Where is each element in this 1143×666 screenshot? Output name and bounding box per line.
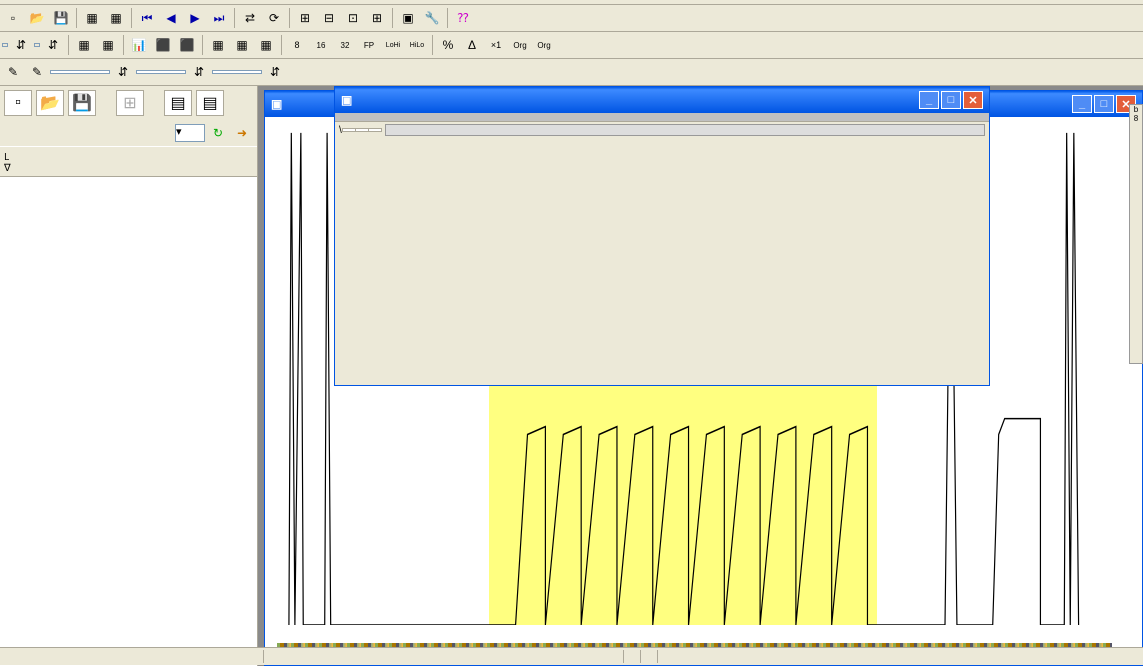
map2-icon[interactable]: ⬛ [176,34,198,56]
cols-spin-icon[interactable]: ⇵ [188,61,210,83]
map-icon[interactable]: ⬛ [152,34,174,56]
tree-column-header: Ⳑ ∇ [0,146,257,177]
chart-icon[interactable]: 📊 [128,34,150,56]
win3-icon[interactable]: ⊡ [342,7,364,29]
delta-icon[interactable]: Δ [461,34,483,56]
file-new-icon[interactable]: ▫ [4,90,32,116]
org2-icon[interactable]: Org [533,34,555,56]
minimize-icon[interactable]: _ [919,91,939,109]
minimize-icon[interactable]: _ [1072,95,1092,113]
data-scrollbar[interactable] [385,124,985,136]
file-misc3-icon[interactable]: ▤ [196,90,224,116]
file-misc2-icon[interactable]: ▤ [164,90,192,116]
maximize-icon[interactable]: □ [941,91,961,109]
data-tab-text[interactable] [342,128,356,132]
data-table-wrap [335,113,989,121]
table-header-label [337,115,987,119]
hilo-icon[interactable]: HiLo [406,34,428,56]
status-cursor [658,650,1139,663]
nav1-icon[interactable]: ✎ [2,61,24,83]
sidebar-file-icons: ▫ 📂 💾 ⊞ ▤ ▤ [0,86,257,120]
address-field[interactable] [50,70,110,74]
data-window-title[interactable]: ▣ _ □ ✕ [335,87,989,113]
open-icon[interactable]: 📂 [26,7,48,29]
spin2-icon[interactable]: ⇵ [42,34,64,56]
font-size-2[interactable] [34,43,40,47]
row-field[interactable] [212,70,262,74]
addr-spin-icon[interactable]: ⇵ [112,61,134,83]
save-icon[interactable]: 💾 [50,7,72,29]
mdi-area: ▣ _ □ ✕ \ ▣ _ □ ✕ [258,86,1143,666]
sidebar: ▫ 📂 💾 ⊞ ▤ ▤ ▾ ↻ ➜ Ⳑ ∇ [0,86,258,666]
chip-icon[interactable]: ▣ [397,7,419,29]
grid3-icon[interactable]: ▦ [73,34,95,56]
tool-icon[interactable]: 🔧 [421,7,443,29]
maximize-icon[interactable]: □ [1094,95,1114,113]
status-bar [0,647,1143,665]
font-size-1[interactable] [2,43,8,47]
file-open-icon[interactable]: 📂 [36,90,64,116]
data-tabs: \ [335,121,989,138]
toolbar-format: ⇵ ⇵ ▦ ▦ 📊 ⬛ ⬛ ▦ ▦ ▦ 8 16 32 FP LoHi HiLo… [0,32,1143,59]
b16-icon[interactable]: 16 [310,34,332,56]
next-icon[interactable]: ▶ [184,7,206,29]
win2-icon[interactable]: ⊟ [318,7,340,29]
window-icon: ▣ [341,93,352,107]
grid7-icon[interactable]: ▦ [255,34,277,56]
win1-icon[interactable]: ⊞ [294,7,316,29]
data-window[interactable]: ▣ _ □ ✕ \ [334,86,990,386]
help-icon[interactable]: ⁇ [452,7,474,29]
status-checksum [624,650,641,663]
cols-field[interactable] [136,70,186,74]
refresh-icon[interactable]: ⟳ [263,7,285,29]
x1-icon[interactable]: ×1 [485,34,507,56]
grid5-icon[interactable]: ▦ [207,34,229,56]
icon-col-hdr: Ⳑ ∇ [4,149,16,174]
right-ruler[interactable]: b8 [1129,104,1143,364]
col-name[interactable] [60,149,215,174]
col-address[interactable] [16,149,60,174]
main-area: ▫ 📂 💾 ⊞ ▤ ▤ ▾ ↻ ➜ Ⳑ ∇ ▣ _ □ ✕ [0,86,1143,666]
proj-goto-icon[interactable]: ➜ [231,122,253,144]
projects-header: ▾ ↻ ➜ [0,120,257,146]
last-icon[interactable]: ⏭ [208,7,230,29]
percent-icon[interactable]: % [437,34,459,56]
projects-combo[interactable]: ▾ [175,124,205,142]
first-icon[interactable]: ⏮ [136,7,158,29]
b32-icon[interactable]: 32 [334,34,356,56]
status-empty [264,650,624,663]
prev-icon[interactable]: ◀ [160,7,182,29]
grid4-icon[interactable]: ▦ [97,34,119,56]
nav2-icon[interactable]: ✎ [26,61,48,83]
org-icon[interactable]: Org [509,34,531,56]
grid1-icon[interactable]: ▦ [81,7,103,29]
data-tab-2d[interactable] [355,128,369,132]
bfp-icon[interactable]: FP [358,34,380,56]
status-left [4,650,264,663]
close-icon[interactable]: ✕ [963,91,983,109]
file-save-icon[interactable]: 💾 [68,90,96,116]
file-misc1-icon[interactable]: ⊞ [116,90,144,116]
b8-icon[interactable]: 8 [286,34,308,56]
window-icon: ▣ [271,97,282,111]
swap-icon[interactable]: ⇄ [239,7,261,29]
win4-icon[interactable]: ⊞ [366,7,388,29]
data-tab-3d[interactable] [368,128,382,132]
toolbar-address: ✎ ✎ ⇵ ⇵ ⇵ [0,59,1143,86]
spin1-icon[interactable]: ⇵ [10,34,32,56]
toolbar-main: ▫ 📂 💾 ▦ ▦ ⏮ ◀ ▶ ⏭ ⇄ ⟳ ⊞ ⊟ ⊡ ⊞ ▣ 🔧 ⁇ [0,5,1143,32]
project-tree[interactable] [0,177,257,666]
lohi-icon[interactable]: LoHi [382,34,404,56]
proj-refresh-icon[interactable]: ↻ [207,122,229,144]
grid2-icon[interactable]: ▦ [105,7,127,29]
col-size[interactable] [215,149,253,174]
row-spin-icon[interactable]: ⇵ [264,61,286,83]
status-display [641,650,658,663]
new-icon[interactable]: ▫ [2,7,24,29]
grid6-icon[interactable]: ▦ [231,34,253,56]
